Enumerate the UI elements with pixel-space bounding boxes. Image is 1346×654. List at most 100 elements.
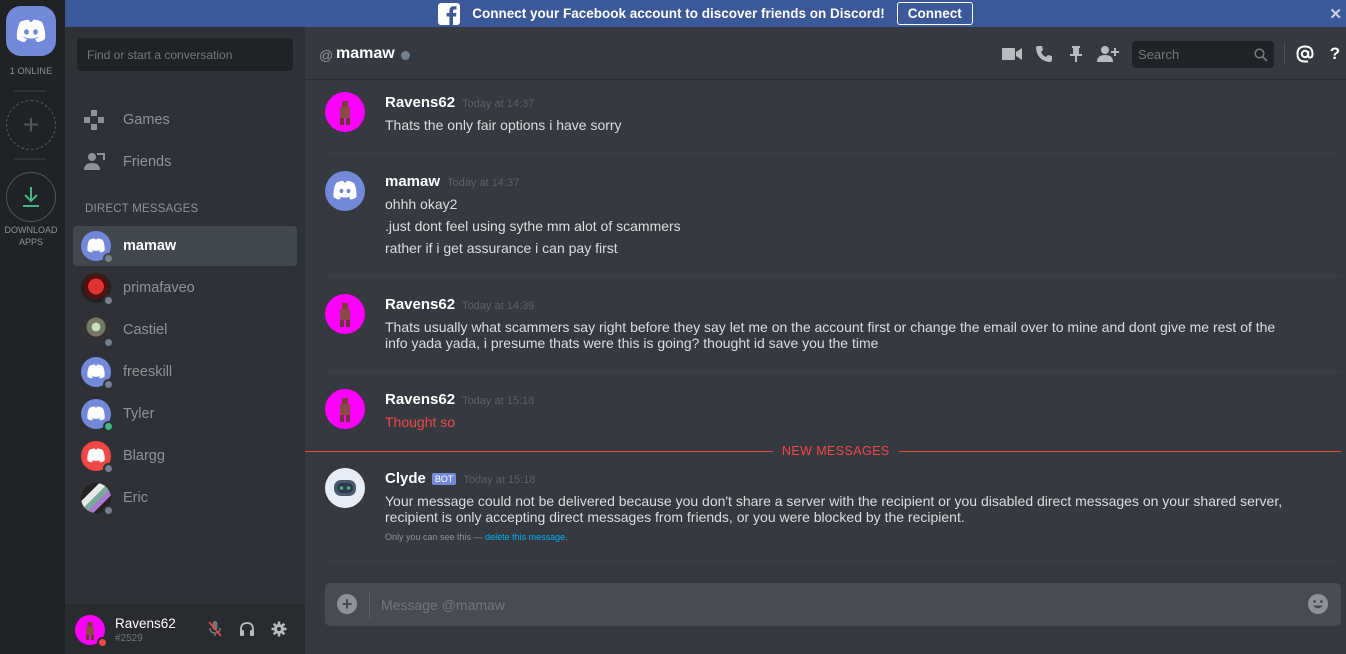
dm-item-primafaveo[interactable]: primafaveo: [73, 268, 297, 308]
message-group: Ravens62 Today at 14:39 Thats usually wh…: [325, 294, 1341, 372]
plus-icon: +: [341, 593, 353, 614]
connect-button[interactable]: Connect: [896, 2, 973, 25]
author-avatar[interactable]: [325, 468, 365, 508]
discord-logo-icon: [333, 180, 357, 200]
message-header: Clyde BOT Today at 15:18: [385, 470, 536, 487]
status-dot: [103, 337, 114, 348]
author-name[interactable]: mamaw: [385, 173, 440, 190]
video-camera-icon: [1002, 48, 1022, 60]
author-name[interactable]: Ravens62: [385, 296, 455, 313]
dm-name: Tyler: [123, 406, 155, 422]
video-call-button[interactable]: [1001, 43, 1023, 65]
voice-call-button[interactable]: [1033, 43, 1055, 65]
user-avatar[interactable]: [75, 615, 108, 648]
friends-icon: [84, 153, 105, 170]
status-dot: [103, 463, 114, 474]
discord-app: 1 ONLINE + DOWNLOAD APPS Find or start a…: [0, 0, 1346, 654]
message-text: Your message could not be delivered beca…: [385, 493, 1283, 509]
dm-sidebar: Find or start a conversation Games Frien…: [65, 0, 305, 654]
home-button[interactable]: [6, 6, 56, 56]
download-apps-label: DOWNLOAD APPS: [4, 225, 58, 247]
bot-badge: BOT: [431, 472, 457, 485]
author-avatar[interactable]: [325, 294, 365, 334]
at-mention-icon: [1296, 45, 1314, 63]
settings-button[interactable]: [269, 619, 289, 639]
message-group: Clyde BOT Today at 15:18 Your message co…: [325, 468, 1341, 562]
dm-item-freeskill[interactable]: freeskill: [73, 352, 297, 392]
guild-separator: [14, 90, 46, 92]
timestamp: Today at 14:37: [462, 98, 535, 110]
ephemeral-note: Only you can see this — delete this mess…: [385, 532, 568, 542]
user-status-dot: [97, 637, 108, 648]
plus-icon: +: [22, 109, 40, 140]
author-avatar[interactable]: [325, 171, 365, 211]
online-count: 1 ONLINE: [9, 66, 53, 76]
mute-button[interactable]: [205, 619, 225, 639]
message-text: recipient is only accepting direct messa…: [385, 509, 965, 525]
status-dot: [103, 505, 114, 516]
figure-avatar-icon: [340, 303, 350, 327]
gamepad-icon: [84, 110, 104, 130]
download-apps-button[interactable]: [6, 172, 56, 222]
search-input[interactable]: Search: [1132, 41, 1274, 68]
dm-item-eric[interactable]: Eric: [73, 478, 297, 518]
message-header: Ravens62 Today at 14:39: [385, 296, 534, 313]
delete-message-link[interactable]: delete this message.: [485, 532, 568, 542]
author-avatar[interactable]: [325, 389, 365, 429]
recipient-status-dot: [401, 51, 410, 60]
timestamp: Today at 14:37: [447, 177, 520, 189]
dm-name: primafaveo: [123, 280, 195, 296]
add-server-button[interactable]: +: [6, 100, 56, 150]
search-icon: [1254, 47, 1268, 62]
message-input[interactable]: [371, 583, 1291, 626]
search-placeholder: Search: [1138, 47, 1180, 62]
close-banner-icon[interactable]: ✕: [1329, 5, 1342, 23]
discord-logo-icon: [16, 19, 46, 42]
dm-name: mamaw: [123, 238, 177, 254]
emoji-picker-icon[interactable]: [1307, 593, 1329, 615]
dm-item-blargg[interactable]: Blargg: [73, 436, 297, 476]
mentions-button[interactable]: [1294, 43, 1316, 65]
headphones-icon: [240, 622, 254, 636]
author-name[interactable]: Ravens62: [385, 94, 455, 111]
help-icon[interactable]: ?: [1324, 43, 1346, 65]
user-name: Ravens62: [115, 616, 176, 631]
nav-friends[interactable]: Friends: [73, 142, 297, 182]
pin-icon: [1070, 46, 1082, 62]
nav-games[interactable]: Games: [73, 100, 297, 140]
facebook-connect-banner: Connect your Facebook account to discove…: [65, 0, 1346, 27]
author-name[interactable]: Clyde: [385, 470, 426, 487]
message-text: Thats the only fair options i have sorry: [385, 117, 622, 133]
channel-title: mamaw: [336, 45, 395, 62]
message-header: Ravens62 Today at 15:18: [385, 391, 534, 408]
message-text-failed: Thought so: [385, 414, 456, 430]
deafen-button[interactable]: [237, 619, 257, 639]
microphone-muted-icon: [208, 621, 222, 637]
dm-item-tyler[interactable]: Tyler: [73, 394, 297, 434]
author-avatar[interactable]: [325, 92, 365, 132]
user-panel: Ravens62 #2529: [65, 604, 305, 654]
message-text: .just dont feel using sythe mm alot of s…: [385, 218, 681, 234]
composer-divider: [369, 591, 370, 618]
dm-item-castiel[interactable]: Castiel: [73, 310, 297, 350]
timestamp: Today at 15:18: [462, 395, 535, 407]
add-user-icon: [1097, 46, 1119, 62]
dm-avatar: [81, 315, 114, 348]
message-text: Thats usually what scammers say right be…: [385, 319, 1276, 335]
add-friend-to-dm-button[interactable]: [1097, 43, 1119, 65]
download-icon: [23, 187, 39, 207]
dm-name: Blargg: [123, 448, 165, 464]
message-text: ohhh okay2: [385, 196, 458, 212]
direct-messages-header: DIRECT MESSAGES: [85, 203, 199, 215]
upload-button[interactable]: +: [337, 594, 357, 614]
author-name[interactable]: Ravens62: [385, 391, 455, 408]
dm-item-mamaw[interactable]: mamaw: [73, 226, 297, 266]
guild-sidebar: 1 ONLINE + DOWNLOAD APPS: [0, 0, 65, 654]
at-icon: @: [319, 47, 334, 63]
message-group: Ravens62 Today at 15:18 Thought so: [325, 389, 1341, 439]
pinned-messages-button[interactable]: [1065, 43, 1087, 65]
phone-icon: [1036, 46, 1052, 62]
banner-text: Connect your Facebook account to discove…: [472, 6, 885, 21]
status-dot: [103, 295, 114, 306]
find-conversation-input[interactable]: Find or start a conversation: [77, 38, 293, 71]
